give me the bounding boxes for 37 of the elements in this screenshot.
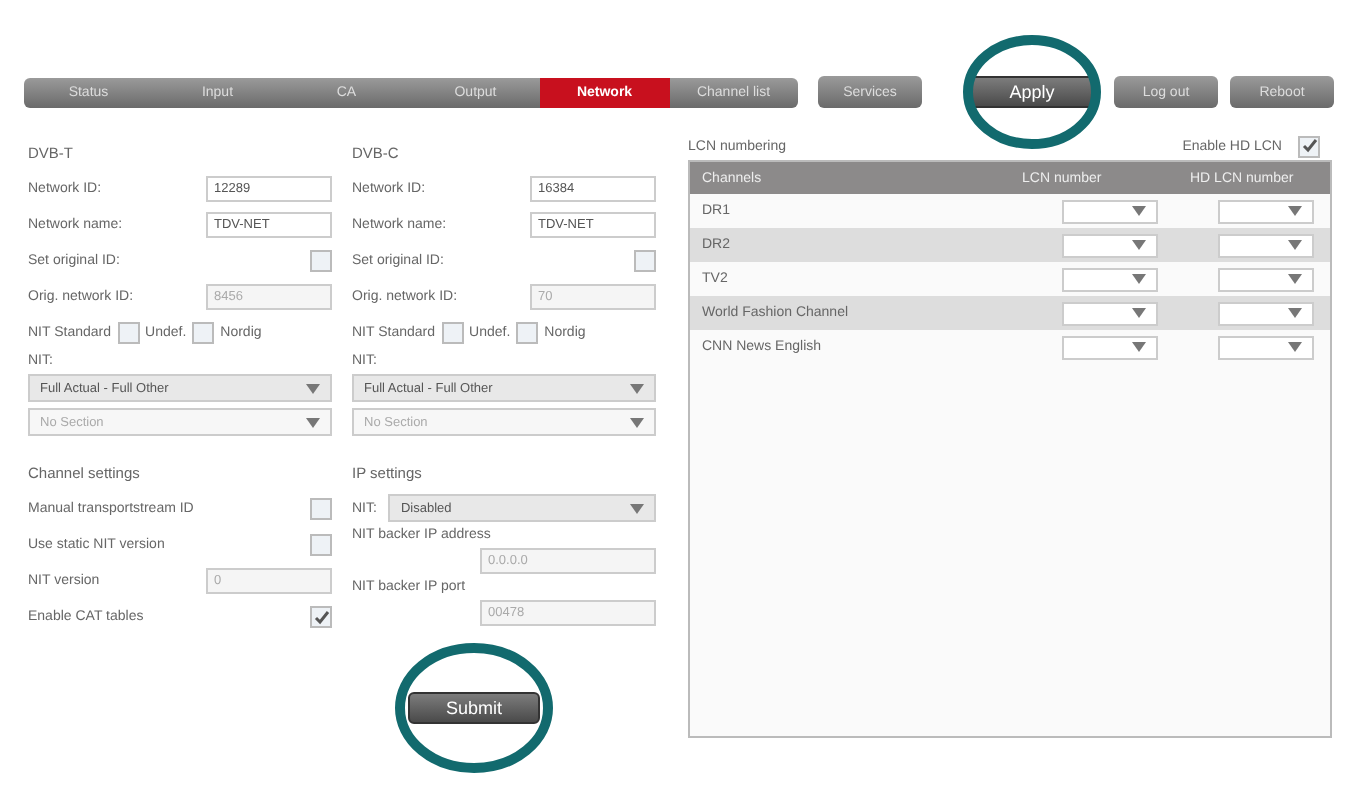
dropdown-caret-icon: [1132, 274, 1146, 284]
hd-lcn-dropdown[interactable]: [1218, 233, 1314, 257]
dropdown-caret-icon: [1132, 308, 1146, 318]
lcn-dropdown[interactable]: [1062, 267, 1158, 291]
hd-lcn-dropdown[interactable]: [1218, 301, 1314, 325]
checkbox[interactable]: [310, 250, 332, 272]
dropdown-caret-icon: [1288, 206, 1302, 216]
dropdown-caret-icon: [306, 383, 320, 393]
checkbox[interactable]: [516, 322, 539, 344]
dropdown-caret-icon: [630, 503, 644, 513]
checkbox[interactable]: [310, 534, 332, 556]
checkbox[interactable]: [310, 498, 332, 520]
submit-button[interactable]: Submit: [408, 692, 540, 724]
dropdown-caret-icon: [1288, 274, 1302, 284]
hd-lcn-dropdown[interactable]: [1218, 267, 1314, 291]
lcn-dropdown[interactable]: [1062, 233, 1158, 257]
dropdown-caret-icon: [1288, 308, 1302, 318]
dropdown-caret-icon: [1132, 240, 1146, 250]
highlight-circle: [960, 32, 1104, 152]
dropdown-caret-icon: [1132, 342, 1146, 352]
checkbox[interactable]: [192, 322, 215, 344]
dropdown-caret-icon: [630, 383, 644, 393]
lcn-dropdown[interactable]: [1062, 199, 1158, 223]
lcn-dropdown[interactable]: [1062, 335, 1158, 359]
checkbox[interactable]: [634, 250, 656, 272]
checkbox[interactable]: [441, 322, 464, 344]
hd-lcn-dropdown[interactable]: [1218, 335, 1314, 359]
dropdown-caret-icon: [306, 417, 320, 427]
checkbox[interactable]: [117, 322, 140, 344]
dropdown-caret-icon: [1288, 240, 1302, 250]
lcn-dropdown[interactable]: [1062, 301, 1158, 325]
dropdown-caret-icon: [1288, 342, 1302, 352]
dropdown-caret-icon: [630, 417, 644, 427]
checkbox[interactable]: [310, 606, 332, 628]
dropdown-caret-icon: [1132, 206, 1146, 216]
checkbox[interactable]: [1298, 135, 1320, 157]
hd-lcn-dropdown[interactable]: [1218, 199, 1314, 223]
